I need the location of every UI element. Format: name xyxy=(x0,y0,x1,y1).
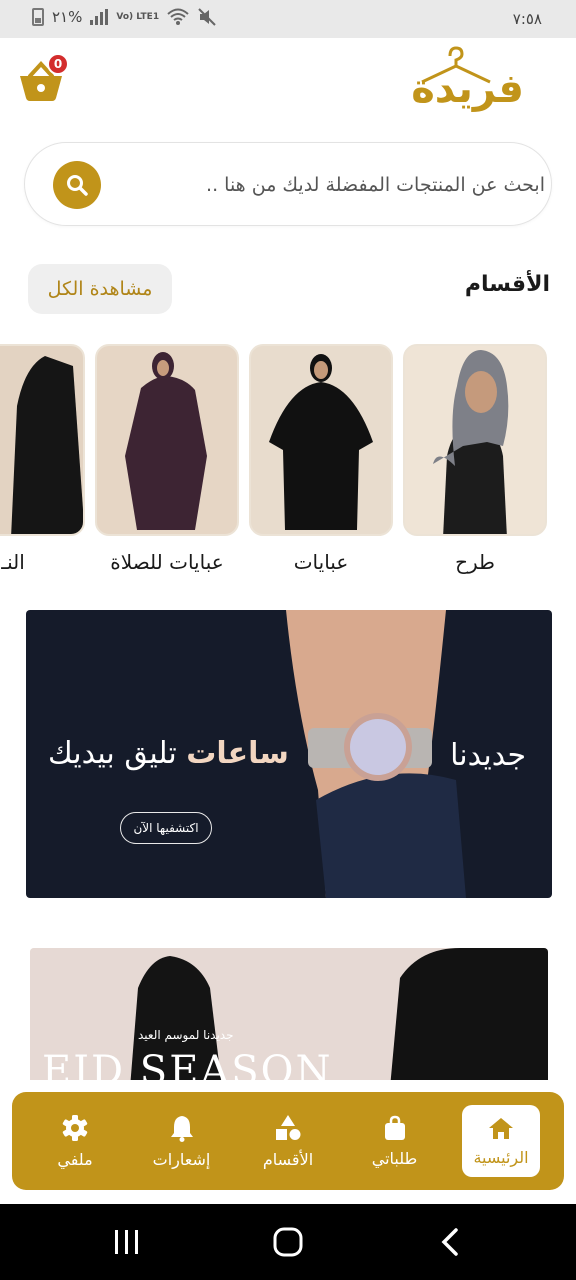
banner-headline-rest: تليق بيديك xyxy=(48,736,177,771)
search-input[interactable] xyxy=(125,143,545,227)
category-image xyxy=(403,344,547,536)
category-image xyxy=(95,344,239,536)
logo-text: فريدة xyxy=(411,66,524,112)
nav-profile[interactable]: ملفي xyxy=(36,1105,114,1177)
nav-home[interactable]: الرئيسية xyxy=(462,1105,540,1177)
cart-count-badge: 0 xyxy=(47,53,69,75)
battery-icon xyxy=(32,8,44,26)
status-bar: ٢١% Vo) LTE1 ٧:٥٨ xyxy=(0,0,576,38)
back-icon[interactable] xyxy=(438,1227,462,1257)
category-label: عبايات xyxy=(293,550,349,574)
shapes-icon xyxy=(276,1114,301,1140)
home-button-icon[interactable] xyxy=(272,1226,304,1258)
category-card-abayas[interactable]: عبايات xyxy=(249,344,393,574)
nav-label: ملفي xyxy=(57,1149,93,1169)
system-nav-bar xyxy=(0,1204,576,1280)
categories-title: الأقسام xyxy=(464,272,550,297)
battery-level: ٢١% xyxy=(52,8,83,26)
home-icon xyxy=(489,1117,513,1139)
nav-notifications[interactable]: إشعارات xyxy=(143,1105,221,1177)
category-label: طرح xyxy=(455,550,495,574)
category-image xyxy=(249,344,393,536)
category-card-partial[interactable]: النـ xyxy=(0,344,85,574)
status-icons: ٢١% Vo) LTE1 xyxy=(32,8,217,26)
banner-eid-subtitle: جديدنا لموسم العيد xyxy=(138,1028,234,1042)
bottom-nav: الرئيسية طلباتي الأقسام إشعارات ملفي xyxy=(12,1092,564,1190)
category-image xyxy=(0,344,85,536)
category-label: عبايات للصلاة xyxy=(110,550,224,574)
view-all-button[interactable]: مشاهدة الكل xyxy=(28,264,172,314)
nav-categories[interactable]: الأقسام xyxy=(249,1105,327,1177)
banner-cta-button[interactable]: اكتشفيها الآن xyxy=(120,812,212,844)
category-label: النـ xyxy=(1,550,25,574)
nav-label: إشعارات xyxy=(152,1149,211,1169)
clock: ٧:٥٨ xyxy=(512,10,542,28)
gear-icon xyxy=(62,1114,88,1141)
signal-icon xyxy=(90,9,109,25)
network-label: Vo) LTE1 xyxy=(116,11,160,22)
recent-apps-icon[interactable] xyxy=(112,1227,142,1257)
banner-headline: ساعات تليق بيديك xyxy=(48,736,289,771)
brand-logo[interactable]: فريدة xyxy=(394,44,524,118)
search-button[interactable] xyxy=(53,161,101,209)
banner-headline-bold: ساعات xyxy=(186,736,289,771)
category-card-prayer-abayas[interactable]: عبايات للصلاة xyxy=(95,344,239,574)
nav-label: طلباتي xyxy=(371,1148,418,1168)
nav-label: الأقسام xyxy=(262,1149,314,1169)
banner-new-label: جديدنا xyxy=(450,738,526,773)
categories-carousel[interactable]: طرح عبايات عبايات للصلاة النـ xyxy=(0,344,576,584)
bag-icon xyxy=(384,1115,405,1140)
promo-banner-watches[interactable]: جديدنا ساعات تليق بيديك اكتشفيها الآن xyxy=(26,610,552,898)
search-icon xyxy=(67,175,88,196)
nav-orders[interactable]: طلباتي xyxy=(356,1105,434,1177)
mute-icon xyxy=(198,8,216,26)
search-bar xyxy=(24,142,552,227)
wifi-icon xyxy=(167,8,189,25)
nav-label: الرئيسية xyxy=(473,1147,529,1167)
category-card-tarha[interactable]: طرح xyxy=(403,344,547,574)
bell-icon xyxy=(170,1115,193,1142)
promo-banner-eid[interactable]: جديدنا لموسم العيد EID SEASON xyxy=(30,948,548,1088)
